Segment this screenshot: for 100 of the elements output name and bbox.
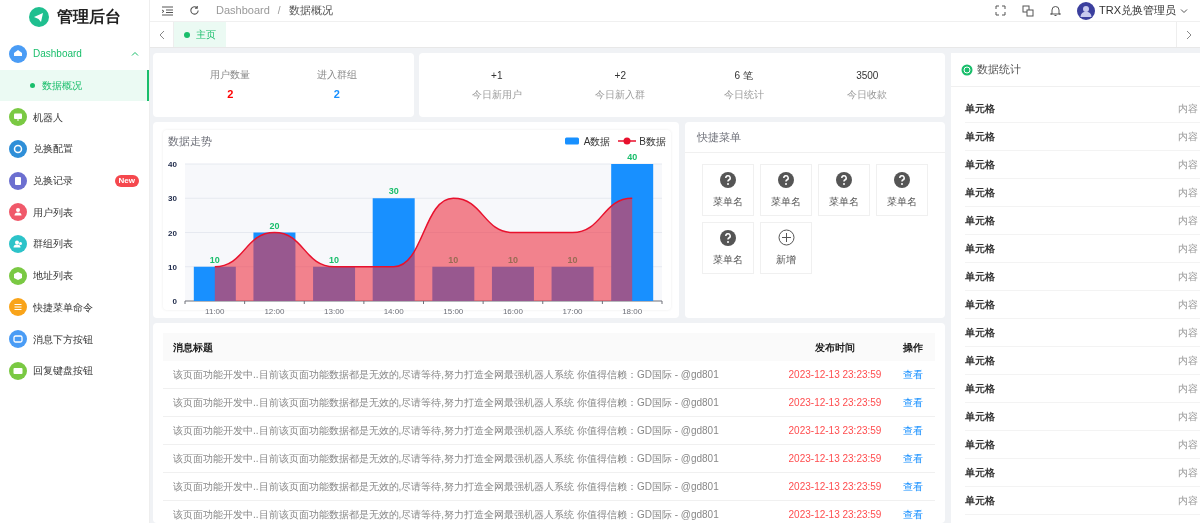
cell-label: 单元格: [965, 410, 995, 424]
chevron-right-icon[interactable]: [1185, 29, 1192, 40]
table-cell-text: 该页面功能开发中..目前该页面功能数据都是无效的,尽请等待,努力打造全网最强机器人系统 你值得信赖：GD国际 - @gd801: [172, 508, 720, 522]
axis-tick-label: 17:00: [562, 306, 583, 316]
legend-label: A数据: [583, 134, 611, 149]
data-label: 20: [269, 220, 280, 230]
axis-tick-label: 18:00: [622, 306, 643, 316]
table-cell-text: 该页面功能开发中..目前该页面功能数据都是无效的,尽请等待,努力打造全网最强机器人系统 你值得信赖：GD国际 - @gd801: [172, 480, 720, 494]
card-title: 快捷菜单: [697, 129, 741, 145]
plus-circle-icon: [777, 229, 795, 246]
stat-label: 今日新入群: [595, 88, 646, 102]
table-cell-text: 该页面功能开发中..目前该页面功能数据都是无效的,尽请等待,努力打造全网最强机器人系统 你值得信赖：GD国际 - @gd801: [172, 396, 720, 410]
question-icon: [778, 171, 794, 188]
axis-tick-label: 16:00: [502, 306, 523, 316]
cell-value: 内容: [1178, 466, 1198, 480]
cell-value: 内容: [1178, 382, 1198, 396]
sidebar-item[interactable]: 群组列表: [33, 236, 73, 252]
refresh-icon[interactable]: [189, 5, 200, 16]
table-cell-text: 该页面功能开发中..目前该页面功能数据都是无效的,尽请等待,努力打造全网最强机器人系统 你值得信赖：GD国际 - @gd801: [172, 452, 720, 466]
table-cell-text: 2023-12-13 23:23:59: [787, 480, 883, 494]
sidebar-item[interactable]: 机器人: [33, 109, 63, 125]
quick-menu-item[interactable]: 菜单名: [760, 164, 812, 216]
circle-icon: [961, 63, 973, 76]
question-icon: [836, 171, 852, 188]
chart-title: 数据走势: [168, 134, 212, 149]
stat-label: 今日统计: [723, 88, 764, 102]
stat-label: 进入群组: [316, 68, 357, 83]
stat-value: +2: [614, 69, 626, 83]
table-cell-text: 2023-12-13 23:23:59: [787, 424, 883, 438]
cell-value: 内容: [1178, 130, 1198, 144]
cell-value: 内容: [1178, 158, 1198, 172]
legend-label: B数据: [639, 134, 666, 149]
bar: [551, 266, 594, 301]
app-title: 管理后台: [56, 7, 121, 27]
quick-menu-item[interactable]: 菜单名: [702, 222, 754, 274]
fullscreen-icon[interactable]: [995, 5, 1006, 16]
sidebar-item[interactable]: 兑换记录: [33, 173, 73, 189]
quick-menu-item[interactable]: 菜单名: [702, 164, 754, 216]
cell-label: 单元格: [965, 466, 995, 480]
column-header: 操作: [901, 340, 924, 355]
cell-label: 单元格: [965, 242, 995, 256]
new-badge: New: [114, 174, 139, 187]
translate-icon[interactable]: [1022, 4, 1034, 17]
bar: [313, 266, 356, 301]
axis-tick-label: 12:00: [264, 306, 285, 316]
legend-swatch-icon: [562, 137, 581, 146]
bell-icon[interactable]: [1050, 4, 1061, 17]
quick-menu-item[interactable]: 新增: [760, 222, 812, 274]
axis-tick-label: 13:00: [324, 306, 345, 316]
axis-tick-label: 40: [168, 159, 177, 169]
axis-tick-label: 14:00: [383, 306, 404, 316]
axis-tick-label: 30: [168, 193, 177, 203]
bar: [491, 266, 534, 301]
stat-value: 2: [227, 87, 234, 103]
table-cell-text: 该页面功能开发中..目前该页面功能数据都是无效的,尽请等待,努力打造全网最强机器人系统 你值得信赖：GD国际 - @gd801: [172, 424, 720, 438]
cell-value: 内容: [1178, 354, 1198, 368]
column-header: 发布时间: [814, 340, 856, 355]
cell-label: 单元格: [965, 354, 995, 368]
quick-menu-item[interactable]: 菜单名: [876, 164, 928, 216]
table-cell-text: 2023-12-13 23:23:59: [787, 396, 883, 410]
sidebar-item[interactable]: 地址列表: [33, 268, 73, 284]
axis-tick-label: 20: [168, 228, 177, 237]
data-label: 10: [209, 254, 220, 265]
cell-label: 单元格: [965, 186, 995, 200]
menu-icon[interactable]: [162, 5, 173, 16]
data-label: 10: [448, 254, 459, 265]
question-icon: [894, 171, 910, 188]
cell-label: 单元格: [965, 214, 995, 228]
table-cell-text: 该页面功能开发中..目前该页面功能数据都是无效的,尽请等待,努力打造全网最强机器人系统 你值得信赖：GD国际 - @gd801: [172, 368, 720, 382]
data-label: 30: [388, 185, 399, 196]
axis-tick-label: 0: [172, 296, 177, 306]
cell-label: 单元格: [965, 382, 995, 396]
stat-label: 用户数量: [210, 68, 251, 83]
sidebar-item[interactable]: 用户列表: [33, 204, 73, 220]
axis-tick-label: 10: [168, 262, 177, 272]
breadcrumb-item[interactable]: 数据概况: [288, 2, 333, 19]
sidebar-item[interactable]: 兑换配置: [33, 141, 73, 157]
cell-label: 单元格: [965, 326, 995, 340]
sidebar-item[interactable]: 回复键盘按钮: [33, 363, 93, 379]
cell-value: 内容: [1178, 326, 1198, 340]
sidebar-item[interactable]: 消息下方按钮: [33, 331, 93, 347]
cell-value: 内容: [1178, 298, 1198, 312]
cell-value: 内容: [1178, 242, 1198, 256]
column-header: 消息标题: [172, 340, 214, 355]
question-icon: [720, 171, 736, 188]
cell-value: 内容: [1178, 270, 1198, 284]
stat-value: 2: [333, 87, 340, 103]
bar: [253, 232, 296, 301]
user-name[interactable]: TRX兑换管理员: [1099, 2, 1176, 19]
axis-tick-label: 15:00: [443, 306, 464, 316]
caret-icon[interactable]: [1180, 7, 1188, 14]
avatar[interactable]: [1077, 1, 1095, 20]
cell-value: 内容: [1178, 214, 1198, 228]
table-cell-text: 2023-12-13 23:23:59: [787, 368, 883, 382]
data-label: 40: [627, 151, 638, 162]
quick-menu-item[interactable]: 菜单名: [818, 164, 870, 216]
data-label: 10: [507, 254, 518, 265]
sidebar-item[interactable]: 快捷菜单命令: [33, 299, 93, 315]
chevron-left-icon[interactable]: [158, 29, 165, 40]
breadcrumb-separator: /: [277, 4, 281, 18]
